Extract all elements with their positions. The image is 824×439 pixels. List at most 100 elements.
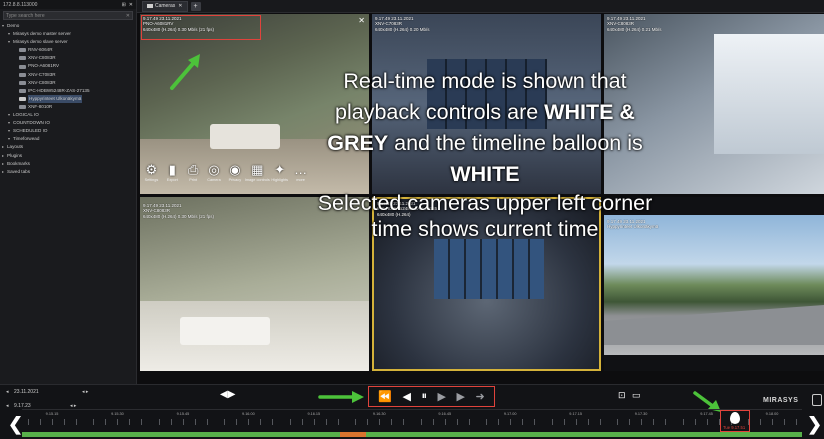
- timeline-tick-mark: [379, 419, 381, 425]
- tree-item-label: Hyppyrinteet Ulkonäkymä: [28, 94, 83, 103]
- tool-label: Print: [189, 178, 198, 182]
- layout-button[interactable]: ▭: [632, 390, 641, 400]
- fast-forward-button[interactable]: ➜: [475, 390, 484, 403]
- camera-view-2[interactable]: 9.17.49 23.11.2021 XNV-C7083R 640x480 (H…: [372, 14, 601, 194]
- playback-date[interactable]: 23.11.2021: [14, 389, 39, 395]
- timeline-back-button[interactable]: ❮: [8, 415, 23, 433]
- camera-view-5-selected[interactable]: 9.17.49 23.11.2021 IPC-HDBW5248R-ZAS-271…: [372, 197, 601, 371]
- camera-tab-icon: [147, 4, 153, 8]
- tree-folder-item[interactable]: ▾ LOGICAL IO: [2, 111, 136, 119]
- recording-bar[interactable]: [22, 432, 802, 437]
- tree-item-label: SCHEDULED IO: [13, 128, 48, 134]
- more-icon: …: [294, 162, 308, 177]
- timeline-tick-mark: [534, 419, 536, 425]
- date-stepper[interactable]: ◂ ▸: [82, 389, 88, 395]
- privacy-tool-button[interactable]: ◉ Privacy: [224, 162, 245, 192]
- timeline-tick-mark: [301, 419, 303, 425]
- timeline-tick-mark: [248, 419, 250, 425]
- pause-button[interactable]: ⏸: [421, 390, 427, 403]
- export-tool-button[interactable]: ▮ Export: [162, 162, 183, 192]
- pin-icon[interactable]: ⊞: [122, 2, 126, 8]
- tree-item-label: Timeforwead: [13, 136, 40, 142]
- print-tool-button[interactable]: ⎙ Print: [183, 162, 204, 192]
- gear-tool-button[interactable]: ⚙ Settings: [141, 162, 162, 192]
- tree-folder-item[interactable]: ▸ Saved tabs: [2, 168, 136, 176]
- tree-folder-item[interactable]: ▾ Timeforwead: [2, 135, 136, 143]
- highlight-tool-button[interactable]: ✦ Highlights: [269, 162, 290, 192]
- camera-icon: [19, 64, 26, 69]
- camera-tree-sidebar: 172.8.8.113000 ⊞ ✕ Type search here ✕ ▾ De…: [0, 0, 137, 384]
- timeline-tick-label: 9.15.30: [111, 412, 124, 416]
- time-step-icon[interactable]: ◂: [6, 403, 9, 409]
- calendar-icon[interactable]: ◂: [6, 389, 9, 395]
- tree-item-label: Mirasys demo master server: [13, 31, 71, 37]
- balloon-time: Tue 9.17.51: [723, 425, 746, 430]
- tree-folder-item[interactable]: ▸ Layouts: [2, 143, 136, 151]
- timeline-tick-mark: [629, 419, 631, 425]
- camera-tool-button[interactable]: ◎ Camera: [204, 162, 225, 192]
- device-tree: ▾ Demo ▾ Mirasys demo master server ▾ Mirasys…: [0, 22, 136, 176]
- timeline-tick-mark: [325, 419, 327, 425]
- step-forward-button[interactable]: ▶: [456, 390, 464, 403]
- tree-camera-item[interactable]: XNF-8010R: [2, 103, 136, 111]
- tree-camera-item[interactable]: IPC-HDBW5248R-ZAS-27135: [2, 87, 136, 95]
- tree-folder-item[interactable]: ▾ SCHEDULED IO: [2, 127, 136, 135]
- tree-camera-item[interactable]: PNO-A6081RV: [2, 62, 136, 70]
- current-time-highlight: [141, 15, 261, 40]
- timeline-tick-mark: [52, 419, 53, 425]
- tree-folder-item[interactable]: ▸ Plugins: [2, 152, 136, 160]
- fast-rewind-button[interactable]: ⏪: [378, 390, 392, 403]
- timeline-tick-label: 9.17.45: [700, 412, 713, 416]
- export-icon: ▮: [168, 162, 176, 177]
- timeline-tick-mark: [468, 419, 470, 425]
- frame-step-button[interactable]: ◀▶: [220, 390, 235, 400]
- close-icon[interactable]: ✕: [129, 2, 133, 8]
- brand-name: MIRASYS: [763, 397, 799, 404]
- timeline-tick-mark: [641, 419, 643, 425]
- tree-folder-item[interactable]: ▾ Demo: [2, 22, 136, 30]
- timeline-tick-mark: [510, 419, 512, 425]
- tree-item-label: Plugins: [7, 152, 23, 158]
- tree-camera-item[interactable]: XNV-C7083R: [2, 71, 136, 79]
- camera-view-3[interactable]: 9.17.49 23.11.2021 XNV-C8083R 640x480 (H…: [604, 14, 824, 194]
- more-tool-button[interactable]: … more: [290, 162, 311, 192]
- tree-folder-item[interactable]: ▾ COUNTDOWN IO: [2, 119, 136, 127]
- timeline-tick-mark: [391, 419, 393, 425]
- timeline-tick-label: 9.15.15: [45, 412, 59, 416]
- tree-folder-item[interactable]: ▾ Mirasys demo slave server: [2, 38, 136, 46]
- camera-resolution: 640x480 (H.264) 0.30 Mb/s (21 fps): [143, 213, 215, 219]
- camera-view-4[interactable]: 9.17.49 23.11.2021 XNV-C8083R 640x480 (H…: [140, 197, 369, 371]
- timeline-tick-mark: [551, 419, 553, 425]
- clear-search-icon[interactable]: ✕: [126, 13, 130, 19]
- timeline-tick-mark: [403, 419, 405, 425]
- tree-camera-item[interactable]: XNV-C8083R: [2, 79, 136, 87]
- scene-sofa: [210, 124, 280, 149]
- close-tab-icon[interactable]: ✕: [178, 3, 182, 9]
- timeline[interactable]: 9.15.15 9.15.30 9.15.45 9.16.00 9.16.15 9.16.…: [22, 409, 802, 431]
- timeline-tick-mark: [182, 419, 184, 425]
- timeline-forward-button[interactable]: ❯: [807, 415, 822, 433]
- search-input[interactable]: Type search here ✕: [3, 11, 133, 20]
- timeline-balloon[interactable]: [730, 412, 740, 424]
- add-tab-button[interactable]: +: [190, 1, 201, 11]
- tree-item-label: Bookmarks: [7, 160, 30, 166]
- play-backward-button[interactable]: ◀: [402, 390, 410, 403]
- tree-camera-item[interactable]: RNV-6064R: [2, 46, 136, 54]
- scene-sofa: [180, 317, 270, 345]
- camera-view-6[interactable]: 9.17.49 23.11.2021 Hyppyrinteet Ulkonäky…: [604, 197, 824, 371]
- annotation-arrow-controls: [318, 391, 364, 403]
- tree-camera-item[interactable]: Hyppyrinteet Ulkonäkymä: [2, 94, 136, 103]
- tree-camera-item[interactable]: XNV-C8083R: [2, 54, 136, 62]
- play-forward-button[interactable]: ▶: [437, 390, 445, 403]
- timeline-tick-label: 9.17.00: [503, 412, 517, 416]
- close-view-icon[interactable]: ✕: [358, 16, 365, 25]
- camera-icon: [19, 88, 26, 93]
- tab-cameras[interactable]: Cameras ✕: [142, 0, 188, 12]
- bookmark-button[interactable]: ⊡: [618, 390, 626, 400]
- camera-icon: ◎: [208, 162, 220, 177]
- timeline-tick-mark: [760, 419, 761, 425]
- camera-osd: 9.17.49 23.11.2021 Hyppyrinteet Ulkonäky…: [607, 219, 658, 230]
- tree-folder-item[interactable]: ▾ Mirasys demo master server: [2, 30, 136, 38]
- tree-folder-item[interactable]: ▸ Bookmarks: [2, 160, 136, 168]
- image-controls-tool-button[interactable]: ▦ Image controls: [245, 162, 270, 192]
